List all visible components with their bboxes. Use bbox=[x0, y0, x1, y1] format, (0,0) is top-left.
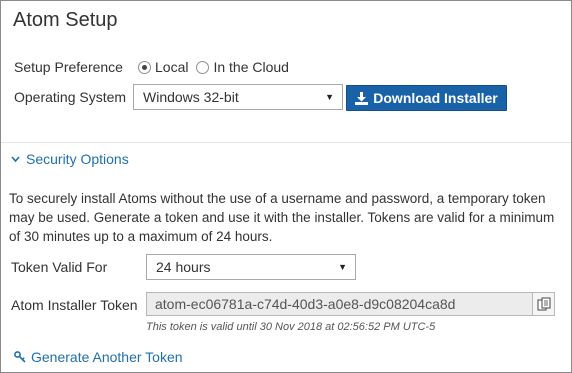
operating-system-value: Windows 32-bit bbox=[143, 89, 239, 105]
token-validity-note: This token is valid until 30 Nov 2018 at… bbox=[146, 321, 436, 333]
atom-setup-panel: Atom Setup Setup Preference Local In the… bbox=[0, 0, 572, 373]
section-divider bbox=[1, 142, 571, 143]
radio-cloud-label[interactable]: In the Cloud bbox=[213, 59, 289, 75]
chevron-down-icon bbox=[11, 155, 20, 162]
token-valid-for-value: 24 hours bbox=[156, 259, 211, 275]
key-icon bbox=[14, 351, 26, 363]
download-installer-label: Download Installer bbox=[373, 90, 498, 106]
download-installer-button[interactable]: Download Installer bbox=[346, 85, 507, 111]
copy-icon bbox=[537, 297, 550, 311]
chevron-down-icon: ▼ bbox=[338, 262, 347, 272]
radio-local-label[interactable]: Local bbox=[155, 59, 188, 75]
radio-option-local[interactable]: Local bbox=[138, 59, 188, 75]
copy-token-button[interactable] bbox=[532, 292, 555, 316]
generate-another-token-label: Generate Another Token bbox=[31, 349, 183, 365]
token-valid-for-select[interactable]: 24 hours ▼ bbox=[146, 254, 356, 280]
operating-system-label: Operating System bbox=[14, 89, 127, 105]
token-valid-for-label: Token Valid For bbox=[11, 259, 108, 275]
page-title: Atom Setup bbox=[13, 9, 118, 31]
chevron-down-icon: ▼ bbox=[325, 92, 334, 102]
security-description: To securely install Atoms without the us… bbox=[9, 191, 555, 244]
download-icon bbox=[355, 91, 369, 105]
radio-option-cloud[interactable]: In the Cloud bbox=[196, 59, 289, 75]
generate-another-token-link[interactable]: Generate Another Token bbox=[14, 349, 183, 365]
security-options-toggle[interactable]: Security Options bbox=[11, 151, 129, 167]
operating-system-select[interactable]: Windows 32-bit ▼ bbox=[133, 84, 343, 110]
radio-cloud[interactable] bbox=[196, 60, 210, 74]
radio-local[interactable] bbox=[138, 60, 151, 74]
installer-token-label: Atom Installer Token bbox=[11, 297, 138, 313]
security-options-header: Security Options bbox=[26, 151, 129, 167]
setup-preference-label: Setup Preference bbox=[14, 59, 123, 75]
installer-token-field[interactable]: atom-ec06781a-c74d-40d3-a0e8-d9c08204ca8… bbox=[146, 292, 533, 316]
setup-preference-radio-group: Local In the Cloud bbox=[138, 59, 297, 75]
